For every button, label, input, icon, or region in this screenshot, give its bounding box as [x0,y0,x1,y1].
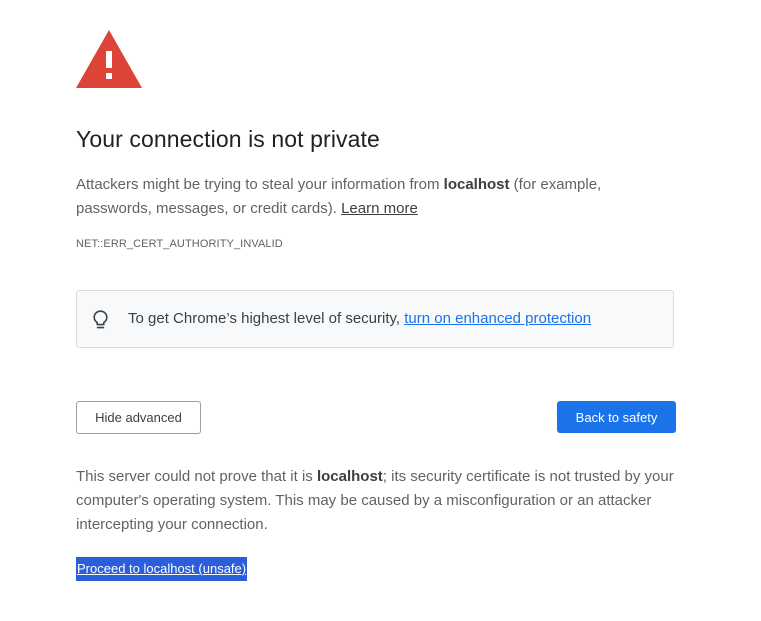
learn-more-link[interactable]: Learn more [341,200,418,217]
description-prefix: Attackers might be trying to steal your … [76,176,444,193]
warning-triangle-icon [76,30,142,88]
promo-message: To get Chrome’s highest level of securit… [128,310,405,327]
proceed-unsafe-link[interactable]: Proceed to localhost (unsafe) [76,557,248,581]
error-code: NET::ERR_CERT_AUTHORITY_INVALID [76,238,283,250]
promo-text: To get Chrome’s highest level of securit… [128,310,591,327]
back-to-safety-button[interactable]: Back to safety [557,401,676,433]
details-prefix: This server could not prove that it is [76,468,317,485]
error-description: Attackers might be trying to steal your … [76,173,676,221]
page-title: Your connection is not private [76,126,380,152]
advanced-details-text: This server could not prove that it is l… [76,465,676,537]
description-host: localhost [443,176,510,193]
interstitial-page: Your connection is not private Attackers… [0,0,761,621]
enhanced-protection-promo: To get Chrome’s highest level of securit… [76,290,674,348]
details-host: localhost [316,468,383,485]
enhanced-protection-link[interactable]: turn on enhanced protection [404,310,591,327]
hide-advanced-button[interactable]: Hide advanced [76,401,201,434]
lightbulb-icon [93,310,108,330]
